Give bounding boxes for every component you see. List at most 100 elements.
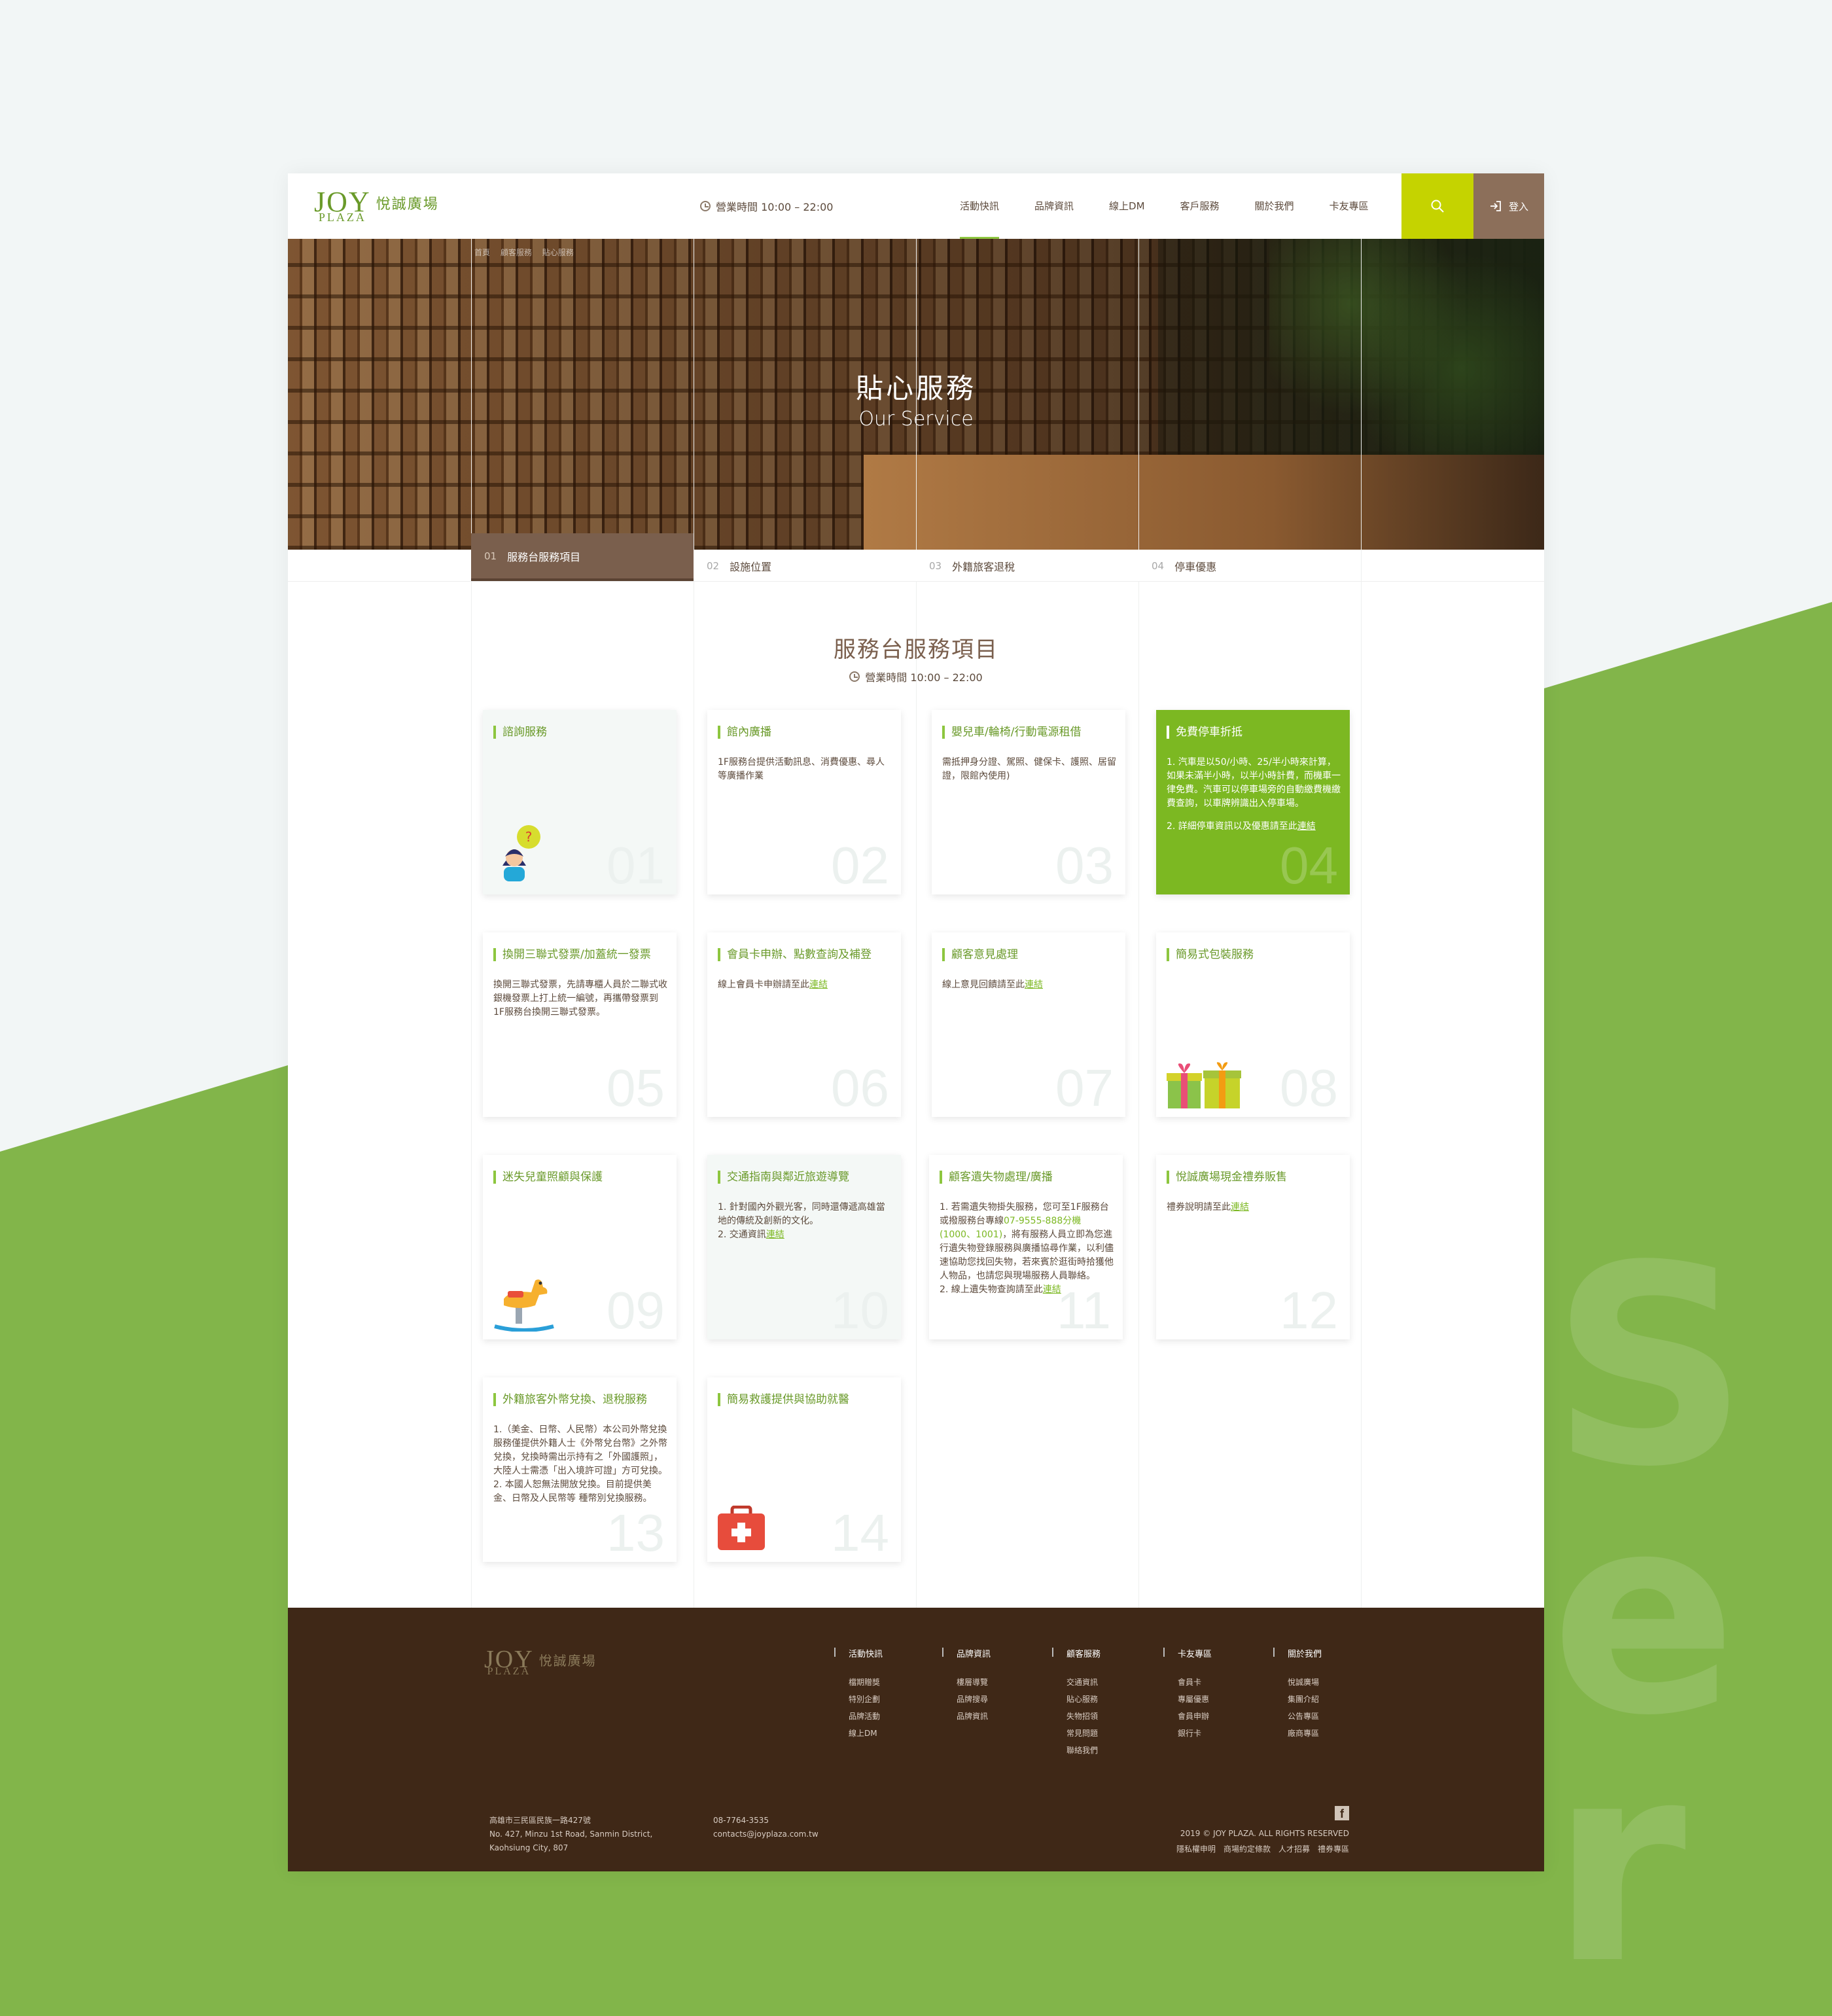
card-number: 01 <box>607 836 665 894</box>
footer-link[interactable]: 廠商專區 <box>1273 1725 1322 1742</box>
card-body: 1. 若需遺失物掛失服務，您可至1F服務台或撥服務台專線07-9555-888分… <box>940 1201 1114 1297</box>
gift-box-icon <box>1167 1062 1241 1108</box>
footer-legal-link[interactable]: 禮券專區 <box>1318 1843 1349 1854</box>
footer-link[interactable]: 貼心服務 <box>1052 1691 1101 1708</box>
login-button[interactable]: 登入 <box>1473 173 1544 239</box>
card-number: 03 <box>1055 836 1114 894</box>
footer-link[interactable]: 聯絡我們 <box>1052 1742 1101 1759</box>
card-title: 外籍旅客外幣兌換、退稅服務 <box>493 1393 667 1406</box>
service-card[interactable]: 免費停車折抵 1. 汽車是以50/小時、25/半小時來計算，如果未滿半小時，以半… <box>1156 710 1350 894</box>
footer-email[interactable]: contacts@joyplaza.com.tw <box>713 1828 819 1841</box>
card-number: 12 <box>1280 1281 1338 1339</box>
hero-banner: 首頁 顧客服務 貼心服務 貼心服務 Our Service <box>288 239 1544 550</box>
card-body-line: 1. 針對國內外觀光客，同時還傳遞高雄當地的傳統及創新的文化。 <box>718 1202 885 1226</box>
card-link[interactable]: 連結 <box>1297 821 1316 832</box>
footer-link[interactable]: 品牌活動 <box>834 1708 883 1725</box>
footer-col-about: 關於我們 悅誠廣場 集團介紹 公告專區 廠商專區 <box>1273 1647 1322 1742</box>
footer-link[interactable]: 品牌搜尋 <box>942 1691 991 1708</box>
nav-item-brands[interactable]: 品牌資訊 <box>1034 173 1074 239</box>
breadcrumb-current: 貼心服務 <box>542 248 574 257</box>
card-link[interactable]: 連結 <box>1043 1284 1061 1295</box>
service-card[interactable]: 簡易救護提供與協助就醫 14 <box>707 1377 901 1562</box>
footer-link[interactable]: 會員申辦 <box>1163 1708 1212 1725</box>
search-icon <box>1431 200 1444 213</box>
footer-legal-link[interactable]: 人才招募 <box>1278 1843 1310 1854</box>
breadcrumb-home[interactable]: 首頁 <box>474 248 490 257</box>
footer-link[interactable]: 檔期贈獎 <box>834 1674 883 1691</box>
tab-label: 停車優惠 <box>1174 560 1217 573</box>
service-card[interactable]: 簡易式包裝服務 08 <box>1156 932 1350 1117</box>
card-body: 禮券說明請至此連結 <box>1167 1202 1249 1212</box>
tab-number: 01 <box>484 550 497 562</box>
card-body: 需抵押身分證、駕照、健保卡、護照、居留證，限館內使用) <box>942 757 1116 781</box>
service-card[interactable]: 交通指南與鄰近旅遊導覽 1. 針對國內外觀光客，同時還傳遞高雄當地的傳統及創新的… <box>707 1155 901 1339</box>
footer-logo[interactable]: JOY PLAZA 悅誠廣場 <box>484 1647 597 1677</box>
service-card[interactable]: 會員卡申辦、點數查詢及補登 線上會員卡申辦請至此連結 06 <box>707 932 901 1117</box>
nav-item-events[interactable]: 活動快訊 <box>960 173 1000 239</box>
hero-subtitle: Our Service <box>858 408 974 431</box>
tab-facility-location[interactable]: 02 設施位置 <box>694 550 916 582</box>
search-button[interactable] <box>1401 173 1473 239</box>
card-body: 換開三聯式發票，先請專櫃人員於二聯式收銀機發票上打上統一編號，再攜帶發票到1F服… <box>493 980 667 1017</box>
footer-link[interactable]: 銀行卡 <box>1163 1725 1212 1742</box>
footer-link[interactable]: 悅誠廣場 <box>1273 1674 1322 1691</box>
card-link[interactable]: 連結 <box>809 980 828 990</box>
header-hours-text: 營業時間 10:00 – 22:00 <box>716 201 834 213</box>
card-body-line: 1. 若需遺失物掛失服務，您可至1F服務台或撥服務台專線07-9555-888分… <box>940 1202 1114 1281</box>
footer-col-title: 活動快訊 <box>834 1647 883 1659</box>
site-header: JOY PLAZA 悅誠廣場 營業時間 10:00 – 22:00 活動快訊 品… <box>288 173 1544 239</box>
service-card[interactable]: 館內廣播 1F服務台提供活動訊息、消費優惠、尋人等廣播作業 02 <box>707 710 901 894</box>
tab-tax-refund[interactable]: 03 外籍旅客退稅 <box>916 550 1138 582</box>
nav-item-online-dm[interactable]: 線上DM <box>1109 173 1145 239</box>
service-card[interactable]: 外籍旅客外幣兌換、退稅服務 1.（美金、日幣、人民幣）本公司外幣兌換服務僅提供外… <box>483 1377 677 1562</box>
tab-parking[interactable]: 04 停車優惠 <box>1138 550 1361 582</box>
rocking-horse-icon <box>494 1279 554 1332</box>
tab-number: 02 <box>707 559 720 572</box>
footer-link[interactable]: 失物招領 <box>1052 1708 1101 1725</box>
footer-link[interactable]: 集團介紹 <box>1273 1691 1322 1708</box>
site-footer: JOY PLAZA 悅誠廣場 活動快訊 檔期贈獎 特別企劃 品牌活動 線上DM … <box>288 1608 1544 1871</box>
card-body-line: 2. 交通資訊連結 <box>718 1229 784 1240</box>
nav-item-customer-service[interactable]: 客戶服務 <box>1180 173 1220 239</box>
tab-service-desk[interactable]: 01 服務台服務項目 <box>471 533 694 582</box>
nav-item-cardholders[interactable]: 卡友專區 <box>1330 173 1369 239</box>
footer-link[interactable]: 品牌資訊 <box>942 1708 991 1725</box>
clock-icon <box>700 201 711 211</box>
footer-link[interactable]: 專屬優惠 <box>1163 1691 1212 1708</box>
footer-link[interactable]: 線上DM <box>834 1725 883 1742</box>
footer-link[interactable]: 公告專區 <box>1273 1708 1322 1725</box>
footer-legal-link[interactable]: 商場約定條款 <box>1224 1843 1271 1854</box>
footer-col-brands: 品牌資訊 樓層導覽 品牌搜尋 品牌資訊 <box>942 1647 991 1725</box>
facebook-icon[interactable]: f <box>1335 1806 1349 1820</box>
card-link[interactable]: 連結 <box>1025 980 1043 990</box>
card-title: 顧客遺失物處理/廣播 <box>940 1171 1114 1184</box>
service-card[interactable]: 迷失兒童照顧與保護 09 <box>483 1155 677 1339</box>
footer-phone[interactable]: 08-7764-3535 <box>713 1814 819 1828</box>
footer-col-events: 活動快訊 檔期贈獎 特別企劃 品牌活動 線上DM <box>834 1647 883 1742</box>
card-link[interactable]: 連結 <box>1231 1202 1249 1212</box>
service-card[interactable]: 悅誠廣場現金禮券販售 禮券說明請至此連結 12 <box>1156 1155 1350 1339</box>
site-logo[interactable]: JOY PLAZA 悅誠廣場 <box>314 188 439 224</box>
service-card[interactable]: 顧客遺失物處理/廣播 1. 若需遺失物掛失服務，您可至1F服務台或撥服務台專線0… <box>929 1155 1123 1339</box>
card-number: 04 <box>1280 836 1338 894</box>
footer-link[interactable]: 交通資訊 <box>1052 1674 1101 1691</box>
nav-item-about[interactable]: 關於我們 <box>1255 173 1294 239</box>
service-card[interactable]: 諮詢服務 ? 01 <box>483 710 677 894</box>
login-label: 登入 <box>1508 200 1528 213</box>
service-card[interactable]: 換開三聯式發票/加蓋統一發票 換開三聯式發票，先請專櫃人員於二聯式收銀機發票上打… <box>483 932 677 1117</box>
service-card[interactable]: 嬰兒車/輪椅/行動電源租借 需抵押身分證、駕照、健保卡、護照、居留證，限館內使用… <box>932 710 1125 894</box>
card-title: 顧客意見處理 <box>942 948 1116 961</box>
footer-link[interactable]: 常見問題 <box>1052 1725 1101 1742</box>
breadcrumb-customer-service[interactable]: 顧客服務 <box>501 248 532 257</box>
card-link[interactable]: 連結 <box>766 1229 784 1240</box>
service-card[interactable]: 顧客意見處理 線上意見回饋請至此連結 07 <box>932 932 1125 1117</box>
logo-chinese-name: 悅誠廣場 <box>538 1652 597 1669</box>
card-title: 交通指南與鄰近旅遊導覽 <box>718 1171 892 1184</box>
footer-link[interactable]: 會員卡 <box>1163 1674 1212 1691</box>
section-hours-text: 營業時間 10:00 – 22:00 <box>865 671 983 684</box>
footer-legal-link[interactable]: 隱私權申明 <box>1176 1843 1216 1854</box>
card-title: 免費停車折抵 <box>1167 726 1341 739</box>
footer-link[interactable]: 樓層導覽 <box>942 1674 991 1691</box>
footer-link[interactable]: 特別企劃 <box>834 1691 883 1708</box>
card-body-line: 2. 線上遺失物查詢請至此連結 <box>940 1284 1061 1295</box>
